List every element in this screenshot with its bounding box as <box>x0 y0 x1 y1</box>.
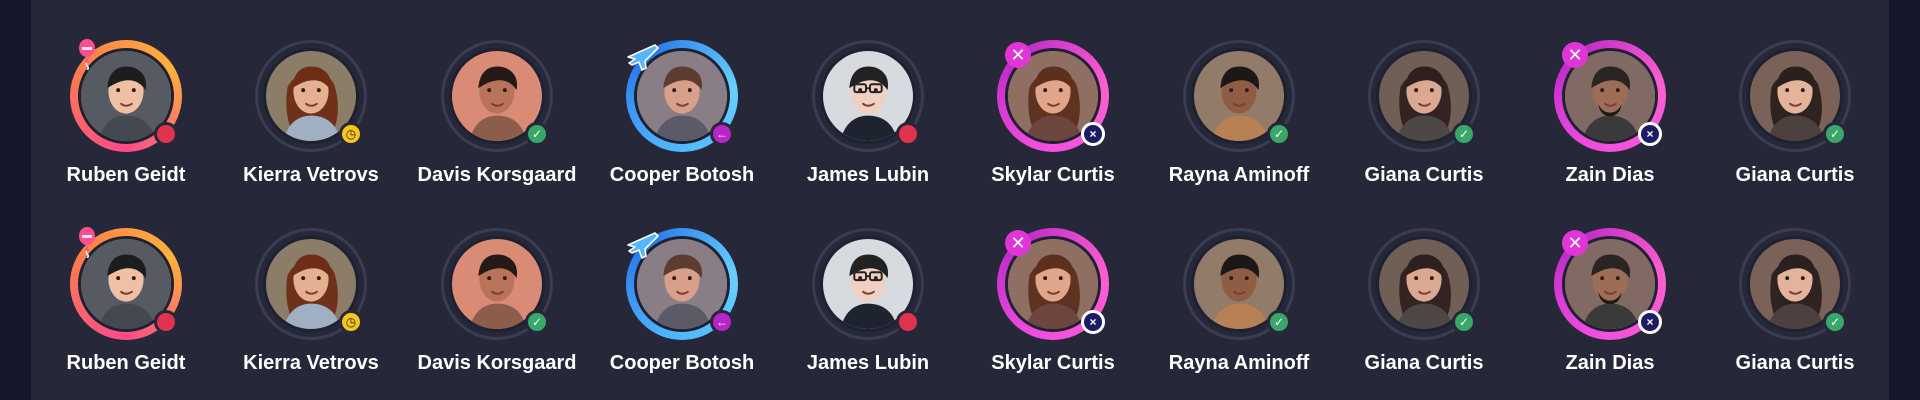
avatar-grid: Ruben Geidt ◷ Kierra Vetrovs ✓ Davis Korsgaa… <box>31 0 1889 400</box>
person-name: Giana Curtis <box>1364 352 1484 374</box>
person-name: Rayna Aminoff <box>1168 352 1310 374</box>
person-name: Giana Curtis <box>1364 164 1484 186</box>
person-card[interactable]: ✓ Giana Curtis <box>1703 228 1888 400</box>
avatar[interactable]: ✓ <box>1739 228 1851 340</box>
avatar[interactable]: ✓ <box>1739 40 1851 152</box>
x-icon: × <box>1081 122 1105 146</box>
person-card[interactable]: ✓ Davis Korsgaard <box>405 228 590 400</box>
clock-icon: ◷ <box>339 310 363 334</box>
person-card[interactable]: ◷ Kierra Vetrovs <box>219 228 404 400</box>
status-dot <box>896 122 920 146</box>
app-page: Ruben Geidt ◷ Kierra Vetrovs ✓ Davis Korsgaa… <box>0 0 1920 400</box>
person-card[interactable]: ✓ Rayna Aminoff <box>1147 40 1332 212</box>
person-name: Ruben Geidt <box>66 352 186 374</box>
clock-icon: ◷ <box>339 122 363 146</box>
person-name: Davis Korsgaard <box>417 352 577 374</box>
avatar[interactable]: ✓ <box>441 228 553 340</box>
avatar[interactable]: ← <box>626 40 738 152</box>
avatar[interactable] <box>812 228 924 340</box>
check-icon: ✓ <box>525 122 549 146</box>
person-card[interactable]: ✓ Rayna Aminoff <box>1147 228 1332 400</box>
avatar[interactable] <box>70 226 182 340</box>
person-name: James Lubin <box>806 164 930 186</box>
x-icon: × <box>1638 122 1662 146</box>
status-dot <box>154 122 178 146</box>
check-icon: ✓ <box>1267 310 1291 334</box>
person-name: Skylar Curtis <box>991 352 1115 374</box>
person-name: Skylar Curtis <box>991 164 1115 186</box>
balloon-icon <box>74 226 100 258</box>
close-icon[interactable]: ✕ <box>1562 230 1588 256</box>
close-icon[interactable]: ✕ <box>1005 42 1031 68</box>
check-icon: ✓ <box>1452 310 1476 334</box>
close-icon[interactable]: ✕ <box>1005 230 1031 256</box>
avatar[interactable]: × ✕ <box>1554 228 1666 340</box>
status-dot <box>896 310 920 334</box>
person-name: Cooper Botosh <box>609 164 755 186</box>
avatar[interactable]: ✓ <box>1183 40 1295 152</box>
avatar[interactable]: ✓ <box>441 40 553 152</box>
person-card[interactable]: James Lubin <box>776 228 961 400</box>
balloon-icon <box>74 38 100 70</box>
person-name: Kierra Vetrovs <box>243 164 379 186</box>
avatar[interactable]: ✓ <box>1368 40 1480 152</box>
person-name: Ruben Geidt <box>66 164 186 186</box>
avatar[interactable]: ◷ <box>255 40 367 152</box>
person-card[interactable]: ✓ Giana Curtis <box>1703 40 1888 212</box>
avatar[interactable] <box>70 38 182 152</box>
avatar-panel: Ruben Geidt ◷ Kierra Vetrovs ✓ Davis Korsgaa… <box>31 0 1889 400</box>
person-name: Davis Korsgaard <box>417 164 577 186</box>
person-card[interactable]: ← Cooper Botosh <box>590 228 775 400</box>
avatar[interactable]: ← <box>626 228 738 340</box>
avatar[interactable]: × ✕ <box>1554 40 1666 152</box>
person-card[interactable]: Ruben Geidt <box>34 38 219 212</box>
person-card[interactable]: ✓ Davis Korsgaard <box>405 40 590 212</box>
person-card[interactable]: × ✕ Skylar Curtis <box>961 228 1146 400</box>
person-name: Giana Curtis <box>1735 164 1855 186</box>
arrow-left-icon: ← <box>710 122 734 146</box>
avatar[interactable]: × ✕ <box>997 40 1109 152</box>
check-icon: ✓ <box>1452 122 1476 146</box>
status-dot <box>154 310 178 334</box>
close-icon[interactable]: ✕ <box>1562 42 1588 68</box>
avatar[interactable] <box>812 40 924 152</box>
avatar[interactable]: ✓ <box>1183 228 1295 340</box>
person-card[interactable]: × ✕ Zain Dias <box>1518 228 1703 400</box>
person-card[interactable]: James Lubin <box>776 40 961 212</box>
person-name: James Lubin <box>806 352 930 374</box>
person-name: Kierra Vetrovs <box>243 352 379 374</box>
person-card[interactable]: ← Cooper Botosh <box>590 40 775 212</box>
person-name: Cooper Botosh <box>609 352 755 374</box>
person-card[interactable]: Ruben Geidt <box>34 226 219 400</box>
check-icon: ✓ <box>1823 310 1847 334</box>
person-name: Zain Dias <box>1565 352 1655 374</box>
person-card[interactable]: ✓ Giana Curtis <box>1332 40 1517 212</box>
person-card[interactable]: × ✕ Zain Dias <box>1518 40 1703 212</box>
person-card[interactable]: ✓ Giana Curtis <box>1332 228 1517 400</box>
check-icon: ✓ <box>1267 122 1291 146</box>
x-icon: × <box>1638 310 1662 334</box>
person-name: Zain Dias <box>1565 164 1655 186</box>
person-card[interactable]: × ✕ Skylar Curtis <box>961 40 1146 212</box>
avatar[interactable]: ✓ <box>1368 228 1480 340</box>
avatar[interactable]: × ✕ <box>997 228 1109 340</box>
check-icon: ✓ <box>1823 122 1847 146</box>
check-icon: ✓ <box>525 310 549 334</box>
person-name: Giana Curtis <box>1735 352 1855 374</box>
person-name: Rayna Aminoff <box>1168 164 1310 186</box>
person-card[interactable]: ◷ Kierra Vetrovs <box>219 40 404 212</box>
plane-icon <box>624 225 660 261</box>
plane-icon <box>624 37 660 73</box>
x-icon: × <box>1081 310 1105 334</box>
avatar[interactable]: ◷ <box>255 228 367 340</box>
arrow-left-icon: ← <box>710 310 734 334</box>
